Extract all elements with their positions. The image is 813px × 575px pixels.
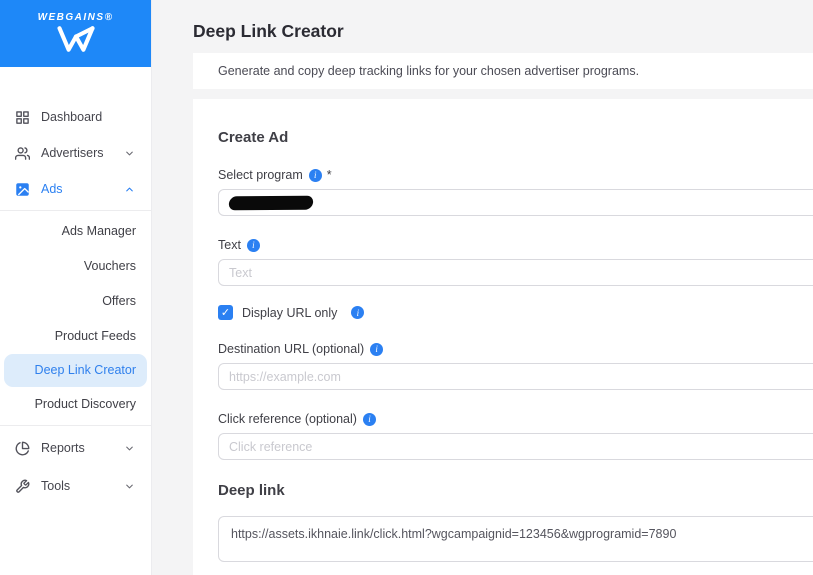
sidebar-item-label: Dashboard	[41, 110, 103, 124]
create-ad-title: Create Ad	[218, 129, 289, 146]
wrench-icon	[15, 479, 30, 494]
sidebar-item-deep-link-creator[interactable]: Deep Link Creator	[4, 354, 147, 387]
sidebar-bottom-group: Reports Tools	[0, 429, 151, 505]
webgains-monogram-icon	[56, 25, 96, 56]
webgains-logo[interactable]: WEBGAINS®	[0, 0, 151, 67]
sidebar-item-dashboard[interactable]: Dashboard	[0, 99, 151, 135]
destination-url-label-row: Destination URL (optional) i	[218, 342, 813, 356]
info-icon[interactable]: i	[351, 306, 365, 319]
click-reference-label-row: Click reference (optional) i	[218, 412, 813, 426]
sidebar-item-product-discovery[interactable]: Product Discovery	[0, 387, 151, 422]
sidebar-item-reports[interactable]: Reports	[0, 429, 151, 467]
click-reference-label: Click reference (optional)	[218, 412, 357, 426]
text-label-row: Text i	[218, 238, 813, 252]
sidebar-item-label: Ads	[41, 182, 63, 196]
select-program-input[interactable]	[218, 189, 813, 216]
create-ad-card: Create Ad Select program i * Text i ✓ Di…	[193, 99, 813, 575]
destination-url-label: Destination URL (optional)	[218, 342, 365, 356]
users-icon	[15, 146, 30, 161]
sidebar-separator	[0, 210, 151, 211]
page-subtitle-bar: Generate and copy deep tracking links fo…	[193, 53, 813, 89]
display-url-only-label: Display URL only	[242, 305, 338, 320]
chevron-down-icon	[124, 480, 136, 492]
info-icon[interactable]: i	[362, 412, 376, 426]
deep-link-title: Deep link	[218, 482, 285, 499]
text-input[interactable]	[218, 259, 813, 286]
sidebar-item-label: Tools	[41, 479, 71, 493]
chevron-up-icon	[124, 183, 136, 195]
sidebar-item-product-feeds[interactable]: Product Feeds	[0, 319, 151, 354]
sidebar-item-vouchers[interactable]: Vouchers	[0, 249, 151, 284]
display-url-only-row: ✓ Display URL only i	[218, 305, 813, 320]
webgains-logo-text: WEBGAINS®	[37, 11, 114, 23]
select-program-label-row: Select program i *	[218, 168, 813, 182]
select-program-label: Select program	[218, 168, 303, 182]
redacted-program-value	[228, 195, 314, 210]
grid-icon	[15, 110, 30, 125]
destination-url-input[interactable]	[218, 363, 813, 390]
chevron-down-icon	[124, 442, 136, 454]
page-title: Deep Link Creator	[193, 21, 344, 41]
text-label: Text	[218, 238, 241, 252]
sidebar-item-ads-manager[interactable]: Ads Manager	[0, 214, 151, 249]
sidebar-item-label: Reports	[41, 441, 85, 455]
deep-link-output[interactable]: https://assets.ikhnaie.link/click.html?w…	[218, 516, 813, 562]
sidebar-item-offers[interactable]: Offers	[0, 284, 151, 319]
info-icon[interactable]: i	[246, 238, 260, 252]
page-subtitle: Generate and copy deep tracking links fo…	[218, 64, 640, 78]
info-icon[interactable]: i	[370, 342, 384, 356]
required-marker: *	[326, 168, 332, 182]
ads-submenu: Ads Manager Vouchers Offers Product Feed…	[0, 214, 151, 422]
sidebar-item-ads[interactable]: Ads	[0, 171, 151, 207]
sidebar-separator	[0, 425, 151, 426]
sidebar-item-tools[interactable]: Tools	[0, 467, 151, 505]
image-icon	[15, 182, 30, 197]
sidebar: WEBGAINS® Dashboard Advertisers Ads Ads …	[0, 0, 152, 575]
pie-chart-icon	[15, 441, 30, 456]
sidebar-nav: Dashboard Advertisers Ads Ads Manager Vo…	[0, 67, 151, 505]
info-icon[interactable]: i	[308, 168, 322, 182]
display-url-only-checkbox[interactable]: ✓	[218, 305, 233, 320]
sidebar-item-advertisers[interactable]: Advertisers	[0, 135, 151, 171]
click-reference-input[interactable]	[218, 433, 813, 460]
chevron-down-icon	[124, 147, 136, 159]
main-content: Deep Link Creator Generate and copy deep…	[152, 0, 813, 575]
sidebar-item-label: Advertisers	[41, 146, 104, 160]
